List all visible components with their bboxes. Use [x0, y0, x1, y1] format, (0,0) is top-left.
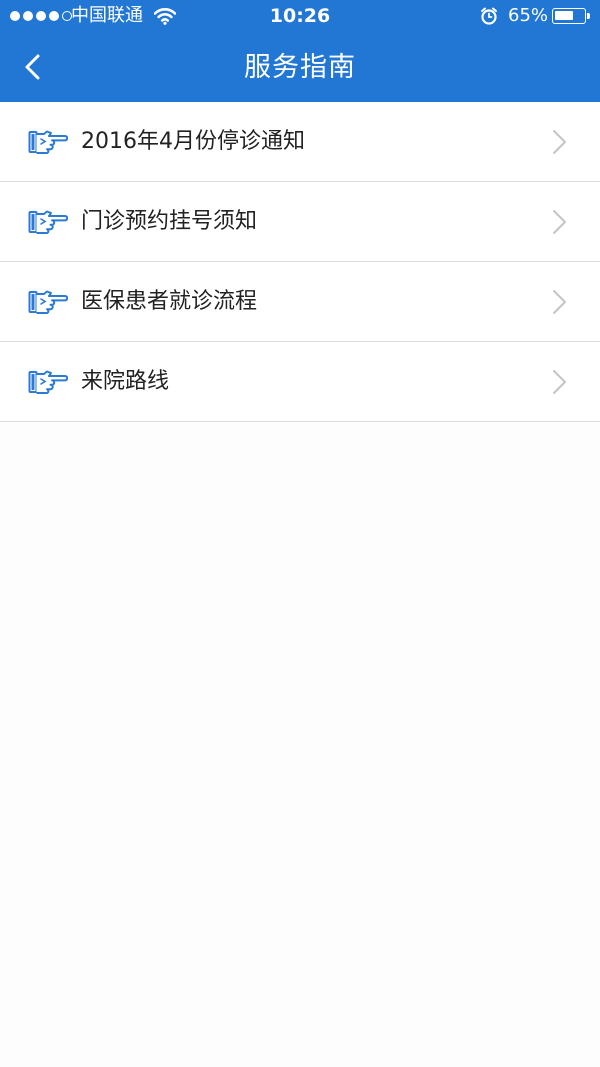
list-item-label: 来院路线	[81, 369, 170, 394]
list-item-label: 门诊预约挂号须知	[81, 209, 258, 234]
list-item[interactable]: 来院路线	[0, 342, 600, 422]
list-item[interactable]: 门诊预约挂号须知	[0, 182, 600, 262]
pointing-hand-icon	[28, 210, 68, 234]
pointing-hand-icon	[28, 370, 68, 394]
list-item-label: 2016年4月份停诊通知	[81, 129, 305, 154]
status-bar: 中国联通 10:26 65%	[0, 0, 600, 34]
chevron-right-icon	[553, 290, 566, 314]
chevron-right-icon	[553, 370, 566, 394]
battery-percent: 65%	[508, 5, 549, 26]
chevron-right-icon	[553, 130, 566, 154]
service-guide-list: 2016年4月份停诊通知 门诊预约挂号须知 医保患者就诊流程 来院路线	[0, 102, 600, 422]
pointing-hand-icon	[28, 130, 68, 154]
list-item-label: 医保患者就诊流程	[81, 289, 258, 314]
app-header: 中国联通 10:26 65% 服务指南	[0, 0, 600, 102]
alarm-icon	[481, 7, 497, 25]
page-title: 服务指南	[244, 52, 356, 83]
battery-icon	[552, 8, 586, 24]
battery-tip	[587, 13, 590, 19]
pointing-hand-icon	[28, 290, 68, 314]
list-item[interactable]: 医保患者就诊流程	[0, 262, 600, 342]
list-item[interactable]: 2016年4月份停诊通知	[0, 102, 600, 182]
navigation-bar: 服务指南	[0, 34, 600, 102]
chevron-right-icon	[553, 210, 566, 234]
